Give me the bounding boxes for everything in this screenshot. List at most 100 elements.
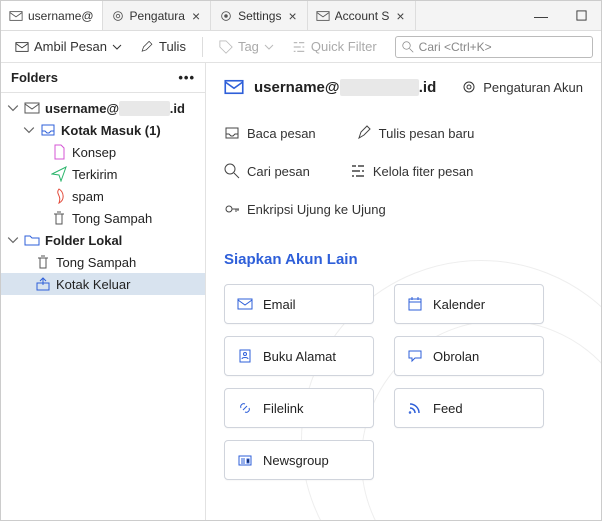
filter-icon xyxy=(350,163,366,179)
account-settings-label: Pengaturan Akun xyxy=(483,80,583,95)
search-icon xyxy=(224,163,240,179)
e2e-encryption-link[interactable]: Enkripsi Ujung ke Ujung xyxy=(224,201,386,217)
quick-filter-label: Quick Filter xyxy=(311,39,377,54)
search-icon xyxy=(402,41,414,53)
sent-label: Terkirim xyxy=(72,167,118,182)
card-label: Filelink xyxy=(263,401,303,416)
account-label: username@ xyxy=(45,101,119,116)
search-messages-link[interactable]: Cari pesan xyxy=(224,163,310,179)
outbox-folder[interactable]: Kotak Keluar xyxy=(1,273,205,295)
sidebar-header: Folders ••• xyxy=(1,63,205,93)
write-message-link[interactable]: Tulis pesan baru xyxy=(356,125,475,141)
sent-icon xyxy=(51,166,67,182)
tab-settings[interactable]: Settings × xyxy=(211,1,308,30)
file-icon xyxy=(51,144,67,160)
search-input[interactable]: Cari <Ctrl+K> xyxy=(395,36,593,58)
e2e-label: Enkripsi Ujung ke Ujung xyxy=(247,202,386,217)
folder-icon xyxy=(24,232,40,248)
account-settings-link[interactable]: Pengaturan Akun xyxy=(461,79,583,95)
newsgroup-icon xyxy=(237,452,253,468)
filter-icon xyxy=(292,40,306,54)
separator xyxy=(202,37,203,57)
folder-tree: username@xxxxxxx.id Kotak Masuk (1) Kons… xyxy=(1,93,205,299)
mail-icon xyxy=(237,296,253,312)
sidebar: Folders ••• username@xxxxxxx.id Kotak Ma… xyxy=(1,63,206,520)
search-placeholder: Cari <Ctrl+K> xyxy=(419,40,492,54)
setup-email-card[interactable]: Email xyxy=(224,284,374,324)
card-label: Feed xyxy=(433,401,463,416)
minimize-button[interactable]: — xyxy=(521,1,561,30)
chat-icon xyxy=(407,348,423,364)
pencil-icon xyxy=(140,40,154,54)
card-label: Email xyxy=(263,297,296,312)
tab-label: Account S xyxy=(335,9,390,23)
get-messages-label: Ambil Pesan xyxy=(34,39,107,54)
title-bar: username@ Pengatura × Settings × Account… xyxy=(1,1,601,31)
get-messages-button[interactable]: Ambil Pesan xyxy=(9,36,128,57)
maximize-button[interactable] xyxy=(561,1,601,30)
filters-label: Kelola fiter pesan xyxy=(373,164,473,179)
search-label: Cari pesan xyxy=(247,164,310,179)
trash-folder[interactable]: Tong Sampah xyxy=(1,207,205,229)
chevron-down-icon xyxy=(264,40,274,54)
setup-feed-card[interactable]: Feed xyxy=(394,388,544,428)
tag-button[interactable]: Tag xyxy=(213,36,280,57)
close-icon[interactable]: × xyxy=(286,8,298,24)
chevron-down-icon[interactable] xyxy=(7,234,19,246)
account-email: username@ xyxy=(254,79,340,96)
account-node[interactable]: username@xxxxxxx.id xyxy=(1,97,205,119)
local-trash-folder[interactable]: Tong Sampah xyxy=(1,251,205,273)
chevron-down-icon[interactable] xyxy=(23,124,35,136)
read-messages-link[interactable]: Baca pesan xyxy=(224,125,316,141)
setup-chat-card[interactable]: Obrolan xyxy=(394,336,544,376)
redacted: .xxxxxxxxx xyxy=(340,79,419,96)
setup-addressbook-card[interactable]: Buku Alamat xyxy=(224,336,374,376)
tab-pengaturan[interactable]: Pengatura × xyxy=(103,1,212,30)
write-button[interactable]: Tulis xyxy=(134,36,192,57)
window-controls: — xyxy=(521,1,601,30)
tab-account-settings[interactable]: Account S × xyxy=(308,1,416,30)
gear-outline-icon xyxy=(461,79,477,95)
local-folders-node[interactable]: Folder Lokal xyxy=(1,229,205,251)
read-label: Baca pesan xyxy=(247,126,316,141)
close-icon[interactable]: × xyxy=(394,8,406,24)
write-label: Tulis pesan baru xyxy=(379,126,475,141)
tab-label: Pengatura xyxy=(130,9,185,23)
tab-label: Settings xyxy=(238,9,281,23)
mail-icon xyxy=(224,77,244,97)
trash-icon xyxy=(51,210,67,226)
setup-another-account-heading: Siapkan Akun Lain xyxy=(224,251,583,268)
gear-icon xyxy=(219,9,233,23)
account-heading: username@.xxxxxxxxx.id xyxy=(224,77,436,97)
setup-newsgroup-card[interactable]: Newsgroup xyxy=(224,440,374,480)
inbox-arrow-icon xyxy=(15,40,29,54)
tab-account[interactable]: username@ xyxy=(1,1,103,30)
chevron-down-icon[interactable] xyxy=(7,102,19,114)
mail-account-icon xyxy=(24,100,40,116)
toolbar: Ambil Pesan Tulis Tag Quick Filter Cari … xyxy=(1,31,601,63)
close-icon[interactable]: × xyxy=(190,8,202,24)
manage-filters-link[interactable]: Kelola fiter pesan xyxy=(350,163,473,179)
drafts-folder[interactable]: Konsep xyxy=(1,141,205,163)
folders-title: Folders xyxy=(11,70,58,85)
trash-label: Tong Sampah xyxy=(72,211,152,226)
setup-calendar-card[interactable]: Kalender xyxy=(394,284,544,324)
drafts-label: Konsep xyxy=(72,145,116,160)
inbox-folder[interactable]: Kotak Masuk (1) xyxy=(1,119,205,141)
outbox-icon xyxy=(35,276,51,292)
tab-label: username@ xyxy=(28,9,94,23)
spam-label: spam xyxy=(72,189,104,204)
card-label: Kalender xyxy=(433,297,485,312)
local-folders-label: Folder Lokal xyxy=(45,233,122,248)
spam-folder[interactable]: spam xyxy=(1,185,205,207)
pencil-icon xyxy=(356,125,372,141)
sent-folder[interactable]: Terkirim xyxy=(1,163,205,185)
more-icon[interactable]: ••• xyxy=(178,70,195,85)
setup-filelink-card[interactable]: Filelink xyxy=(224,388,374,428)
main-pane: username@.xxxxxxxxx.id Pengaturan Akun B… xyxy=(206,63,601,520)
inbox-icon xyxy=(40,122,56,138)
inbox-icon xyxy=(224,125,240,141)
outbox-label: Kotak Keluar xyxy=(56,277,130,292)
inbox-label: Kotak Masuk (1) xyxy=(61,123,161,138)
quick-filter-button[interactable]: Quick Filter xyxy=(286,36,383,57)
